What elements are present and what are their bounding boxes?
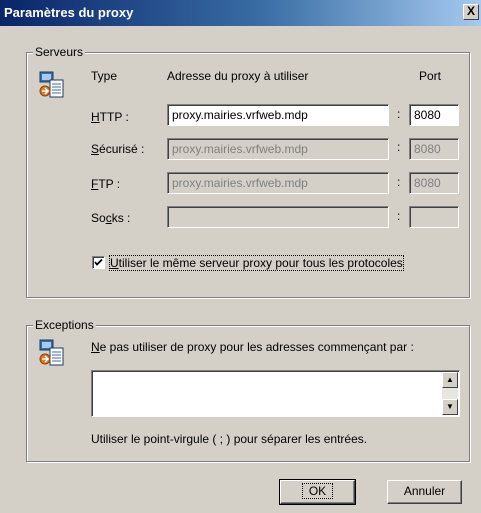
secure-port-input[interactable]: 8080	[409, 138, 459, 160]
http-address-input[interactable]: proxy.mairies.vrfweb.mdp	[167, 104, 389, 126]
ftp-port-input[interactable]: 8080	[409, 172, 459, 194]
exceptions-textarea[interactable]: ▲ ▼	[91, 370, 460, 417]
same-proxy-rest: tiliser le même serveur proxy pour tous …	[118, 256, 403, 270]
checkmark-icon	[94, 258, 103, 266]
secure-colon: :	[397, 140, 401, 154]
exceptions-hint: Utiliser le point-virgule ( ; ) pour sép…	[91, 432, 368, 446]
exceptions-scrollbar[interactable]: ▲ ▼	[442, 372, 458, 415]
socks-label-rest: ks :	[111, 211, 131, 225]
ftp-label: FTP :	[91, 177, 120, 191]
col-header-address: Adresse du proxy à utiliser	[167, 69, 309, 83]
secure-label-accel: S	[91, 142, 100, 156]
same-proxy-label[interactable]: Utiliser le même serveur proxy pour tous…	[109, 255, 404, 271]
secure-address-input[interactable]: proxy.mairies.vrfweb.mdp	[167, 138, 389, 160]
http-label: HTTP :	[91, 110, 129, 124]
secure-label-rest: écurisé :	[99, 142, 145, 156]
col-header-port: Port	[419, 69, 442, 83]
socks-label: Socks :	[91, 211, 130, 225]
proxy-settings-dialog: Paramètres du proxy X Serveurs Type Adre…	[0, 0, 481, 513]
socks-port-input[interactable]	[409, 206, 459, 228]
proxy-settings-icon	[38, 70, 66, 100]
socks-colon: :	[397, 209, 401, 223]
http-port-input[interactable]: 8080	[409, 104, 459, 126]
scroll-up-icon[interactable]: ▲	[442, 372, 458, 388]
title-bar: Paramètres du proxy X	[0, 0, 481, 26]
close-button[interactable]: X	[463, 4, 479, 20]
col-header-type: Type	[91, 69, 118, 83]
window-title: Paramètres du proxy	[4, 5, 134, 20]
socks-address-input[interactable]	[167, 206, 389, 228]
socks-label-pre: So	[91, 211, 106, 225]
servers-group-label: Serveurs	[33, 45, 86, 59]
scroll-down-icon[interactable]: ▼	[442, 399, 458, 415]
cancel-button[interactable]: Annuler	[387, 480, 462, 504]
ftp-colon: :	[397, 175, 401, 189]
exceptions-description: Ne pas utiliser de proxy pour les adress…	[91, 340, 414, 354]
http-colon: :	[397, 107, 401, 121]
http-label-rest: TTP :	[99, 110, 129, 124]
ok-button[interactable]: OK	[279, 479, 356, 505]
same-proxy-accel: U	[110, 256, 119, 270]
cancel-button-label: Annuler	[403, 484, 446, 498]
ok-button-label: OK	[301, 483, 334, 499]
ftp-label-rest: TP :	[98, 177, 121, 191]
exceptions-desc-rest: e pas utiliser de proxy pour les adresse…	[99, 340, 414, 354]
proxy-exceptions-icon	[38, 338, 66, 368]
exceptions-desc-accel: N	[91, 340, 100, 354]
exceptions-group-label: Exceptions	[33, 318, 96, 332]
ftp-address-input[interactable]: proxy.mairies.vrfweb.mdp	[167, 172, 389, 194]
http-label-accel: H	[91, 110, 100, 124]
secure-label: Sécurisé :	[91, 142, 144, 156]
same-proxy-checkbox[interactable]	[92, 256, 105, 269]
